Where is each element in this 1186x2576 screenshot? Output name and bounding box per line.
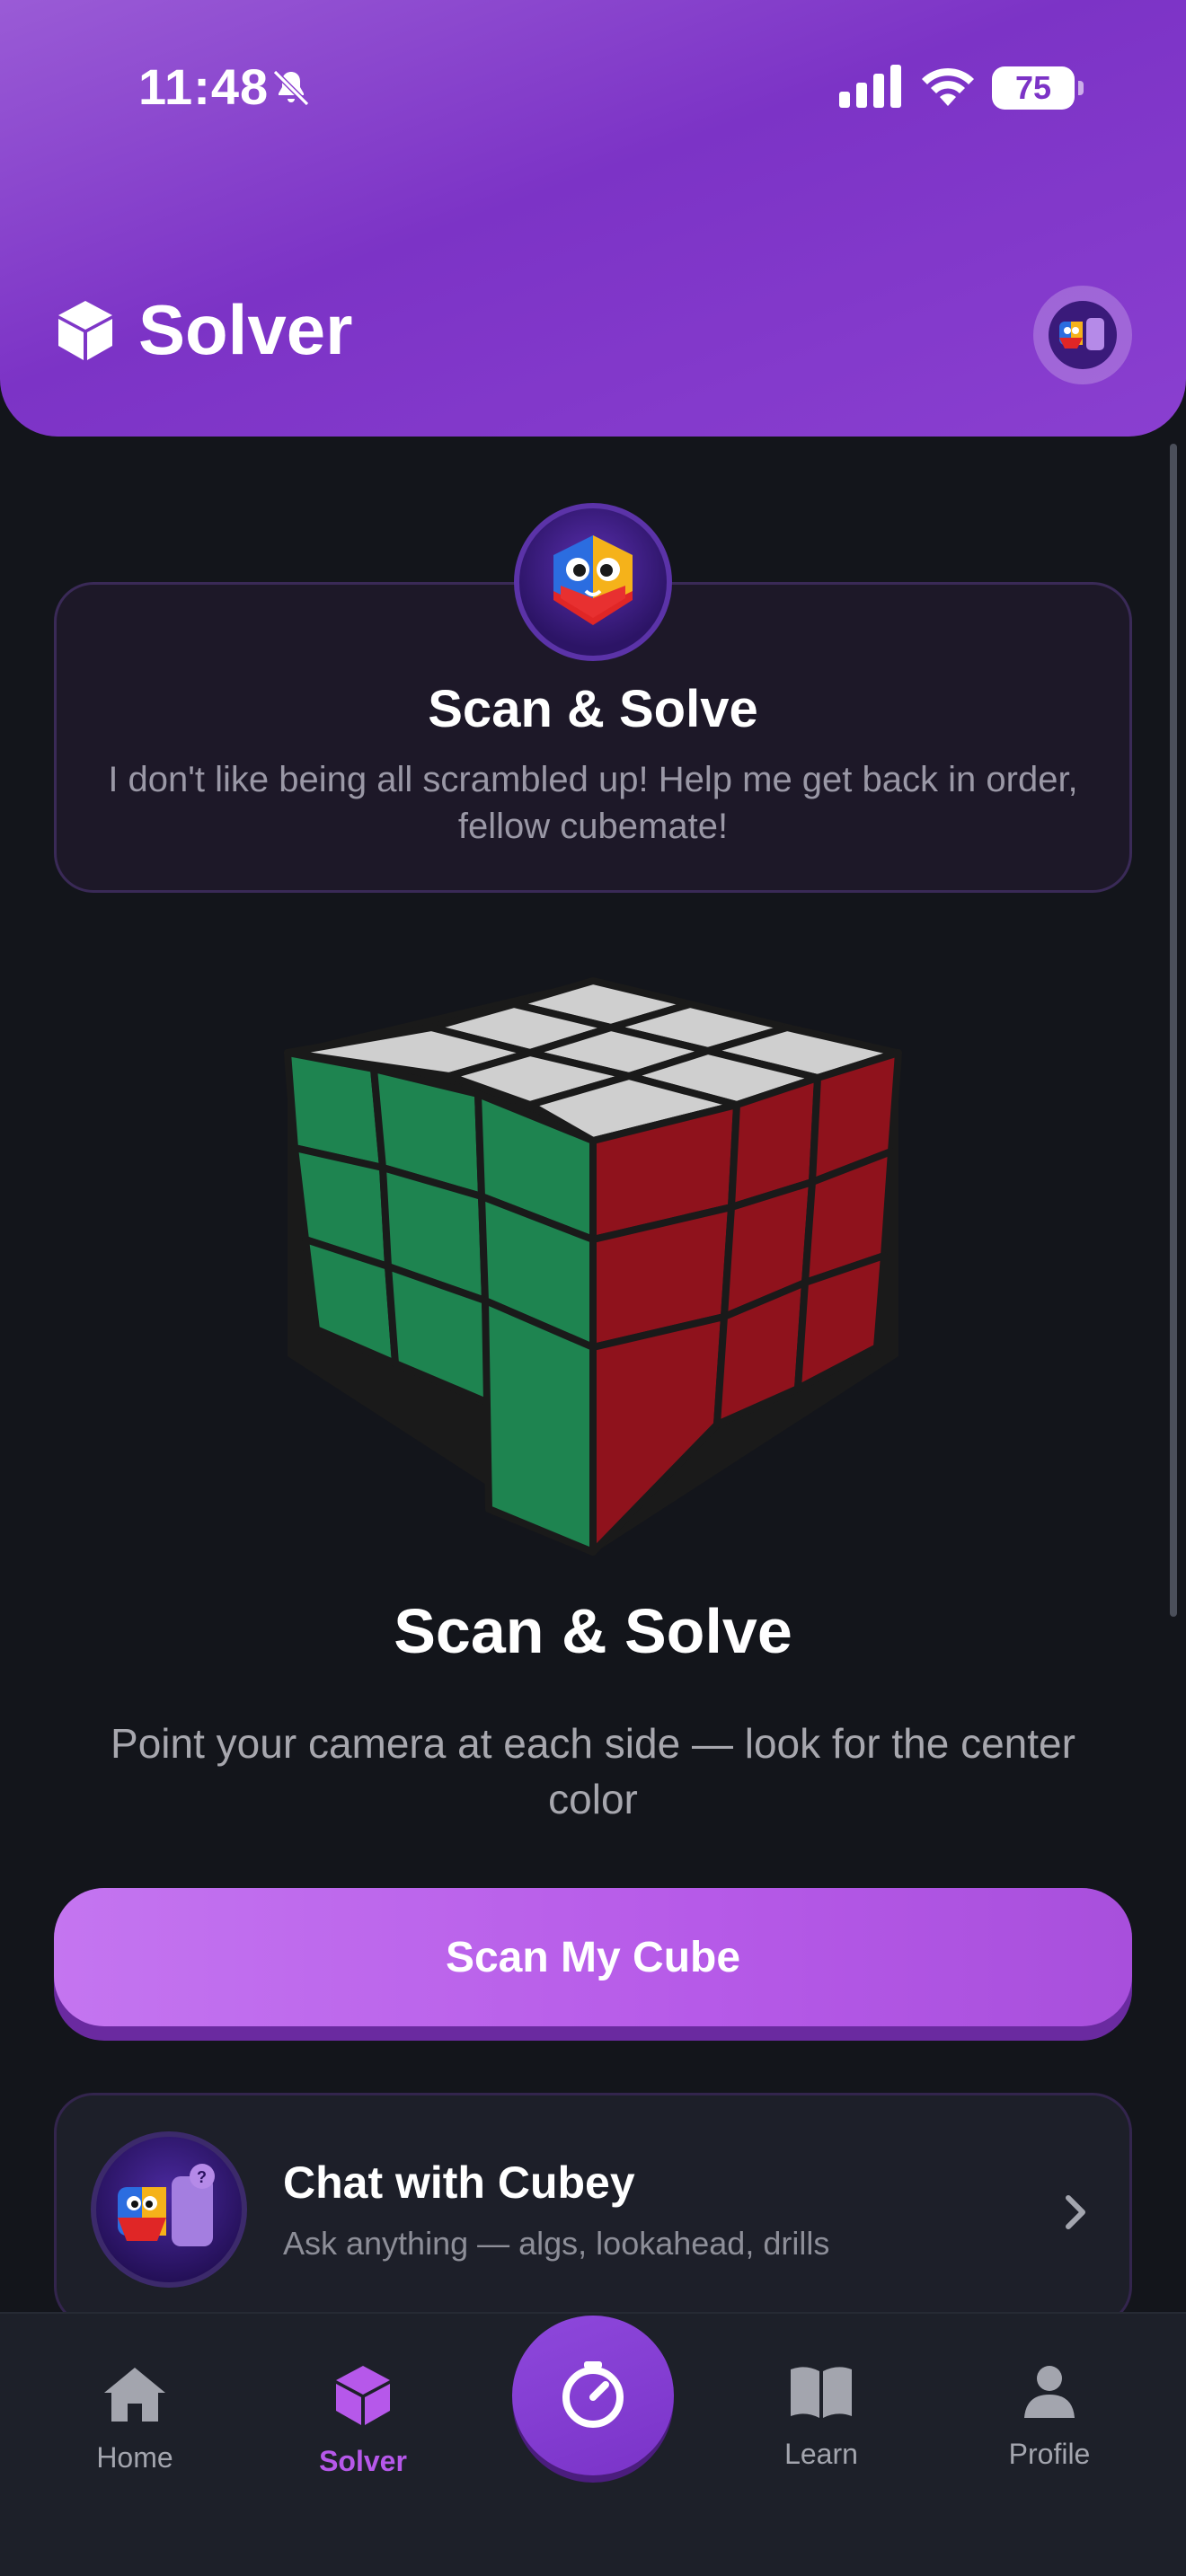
mascot-icon [1059,318,1104,350]
nav-profile[interactable]: Profile [960,2364,1139,2471]
nav-profile-label: Profile [1008,2438,1091,2470]
wifi-icon [922,67,974,106]
battery-indicator: 75 [992,66,1084,110]
chevron-right-icon [1066,2195,1085,2229]
status-time: 11:48 [138,58,270,115]
cubey-avatar: ? [91,2131,247,2288]
nav-timer-face[interactable] [512,2316,674,2475]
chat-card-subtitle: Ask anything — algs, lookahead, drills [283,2225,830,2262]
mascot-card-title: Scan & Solve [428,680,758,738]
svg-text:?: ? [197,2168,207,2186]
nav-solver[interactable]: Solver [273,2364,453,2478]
nav-timer-button[interactable] [512,2316,674,2483]
profile-avatar-button[interactable] [1033,286,1132,384]
book-icon [791,2367,852,2418]
timer-icon [562,2361,624,2428]
nav-learn-label: Learn [784,2438,858,2470]
scan-section-subtitle: Point your camera at each side — look fo… [111,1720,1075,1822]
scrollbar[interactable] [1170,444,1177,1617]
person-icon [1024,2366,1075,2418]
chat-with-cubey-card[interactable]: ? Chat with Cubey Ask anything — algs, l… [54,2093,1132,2326]
mascot-card-message: I don't like being all scrambled up! Hel… [108,760,1078,846]
cube-icon [58,300,112,360]
nav-home[interactable]: Home [45,2364,225,2475]
bell-off-icon [272,69,310,107]
chat-card-title: Chat with Cubey [283,2157,635,2208]
home-icon [104,2368,165,2422]
cellular-signal-icon [839,65,901,108]
mascot-badge [514,503,672,661]
cubey-chat-icon: ? [118,2164,215,2246]
scan-my-cube-button[interactable]: Scan My Cube [54,1888,1132,2041]
nav-solver-label: Solver [319,2445,407,2477]
page-title: Solver [138,290,353,369]
nav-learn[interactable]: Learn [731,2364,911,2471]
header-title-row: Solver [56,289,352,371]
cube-icon [336,2366,390,2425]
scan-my-cube-label[interactable]: Scan My Cube [54,1888,1132,2026]
avatar [1049,301,1117,369]
status-bar: 11:48 75 [0,0,1186,180]
nav-home-label: Home [96,2441,173,2474]
cubey-mascot-icon [553,535,633,625]
scan-section-title: Scan & Solve [394,1596,792,1666]
rubiks-cube-illustration [270,970,916,1563]
